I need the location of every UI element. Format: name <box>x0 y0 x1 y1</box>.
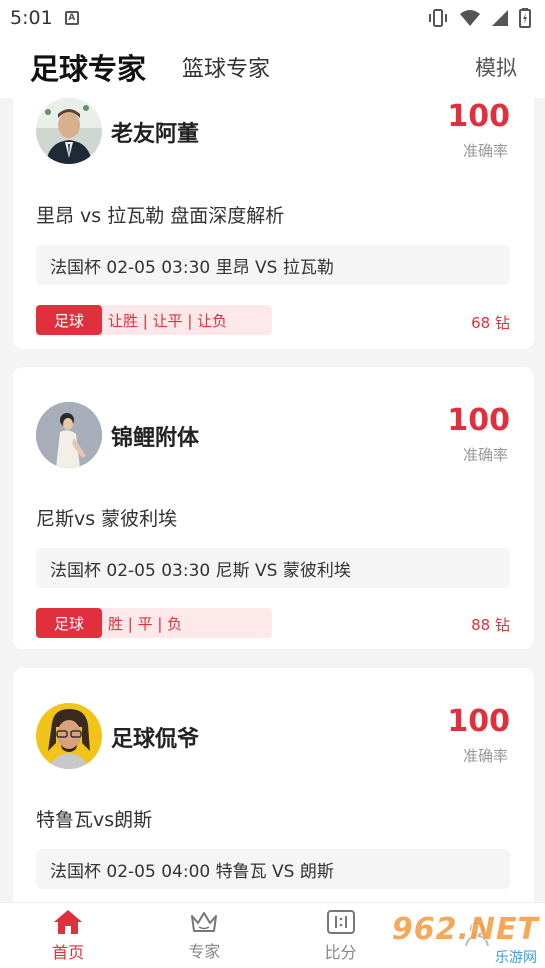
nav-scores[interactable]: 比分 <box>273 903 409 968</box>
nav-experts-label: 专家 <box>188 941 221 961</box>
battery-icon <box>519 8 531 28</box>
scoreboard-icon <box>326 909 355 934</box>
tag-row: 足球 胜 | 平 | 负 <box>36 608 272 638</box>
expert-feed[interactable]: 老友阿董 100 准确率 里昂 vs 拉瓦勒 盘面深度解析 法国杯 02-05 … <box>0 98 545 902</box>
expert-name: 锦鲤附体 <box>111 426 200 451</box>
match-info-text: 法国杯 02-05 04:00 特鲁瓦 VS 朗斯 <box>50 861 334 882</box>
match-info-box[interactable]: 法国杯 02-05 03:30 里昂 VS 拉瓦勒 <box>36 245 510 285</box>
price-label: 68 钻 <box>471 314 510 332</box>
signal-icon <box>492 10 508 26</box>
accuracy-value: 100 <box>447 403 510 438</box>
sport-tag: 足球 <box>36 608 102 638</box>
sport-tag: 足球 <box>36 305 102 335</box>
expert-name: 足球侃爷 <box>111 727 200 752</box>
watermark: 962.NET 乐游网 <box>392 912 539 967</box>
match-info-text: 法国杯 02-05 03:30 尼斯 VS 蒙彼利埃 <box>50 560 351 581</box>
expert-card[interactable]: 足球侃爷 100 准确率 特鲁瓦vs朗斯 法国杯 02-05 04:00 特鲁瓦… <box>13 668 534 902</box>
tag-row: 足球 让胜 | 让平 | 让负 <box>36 305 272 335</box>
match-info-box[interactable]: 法国杯 02-05 04:00 特鲁瓦 VS 朗斯 <box>36 849 510 889</box>
nav-experts[interactable]: 专家 <box>136 903 272 968</box>
accuracy-label: 准确率 <box>462 446 508 464</box>
expert-avatar[interactable] <box>36 402 102 468</box>
expert-name: 老友阿董 <box>111 122 200 147</box>
nav-home-label: 首页 <box>52 942 85 962</box>
vibrate-icon <box>429 9 447 27</box>
simulate-button[interactable]: 模拟 <box>475 52 517 82</box>
tab-basketball-experts[interactable]: 篮球专家 <box>182 51 270 83</box>
expert-card[interactable]: 老友阿董 100 准确率 里昂 vs 拉瓦勒 盘面深度解析 法国杯 02-05 … <box>13 98 534 349</box>
price-label: 88 钻 <box>471 616 510 634</box>
match-info-box[interactable]: 法国杯 02-05 03:30 尼斯 VS 蒙彼利埃 <box>36 548 510 588</box>
watermark-subtitle: 乐游网 <box>493 947 539 967</box>
expert-avatar[interactable] <box>36 98 102 164</box>
accuracy-label: 准确率 <box>462 747 508 765</box>
expert-avatar[interactable] <box>36 703 102 769</box>
crown-icon <box>191 911 218 932</box>
watermark-logo: 962.NET <box>391 912 539 947</box>
accuracy-label: 准确率 <box>462 142 508 160</box>
notification-a-icon: A <box>64 11 79 25</box>
expert-card[interactable]: 锦鲤附体 100 准确率 尼斯vs 蒙彼利埃 法国杯 02-05 03:30 尼… <box>13 367 534 649</box>
analysis-title[interactable]: 里昂 vs 拉瓦勒 盘面深度解析 <box>36 201 284 228</box>
accuracy-value: 100 <box>447 99 510 134</box>
bet-type-tag: 胜 | 平 | 负 <box>100 608 272 638</box>
status-time: 5:01 <box>10 7 53 29</box>
nav-home[interactable]: 首页 <box>0 903 136 968</box>
bet-type-tag: 让胜 | 让平 | 让负 <box>100 305 272 335</box>
analysis-title[interactable]: 特鲁瓦vs朗斯 <box>36 805 152 832</box>
accuracy-value: 100 <box>447 704 510 739</box>
analysis-title[interactable]: 尼斯vs 蒙彼利埃 <box>36 504 177 531</box>
wifi-icon <box>460 10 480 26</box>
match-info-text: 法国杯 02-05 03:30 里昂 VS 拉瓦勒 <box>50 257 334 278</box>
top-nav: 足球专家 篮球专家 模拟 <box>0 36 545 98</box>
status-bar: 5:01 A <box>0 0 545 36</box>
nav-scores-label: 比分 <box>324 942 357 962</box>
tab-football-experts[interactable]: 足球专家 <box>30 46 146 88</box>
home-icon <box>54 909 83 934</box>
